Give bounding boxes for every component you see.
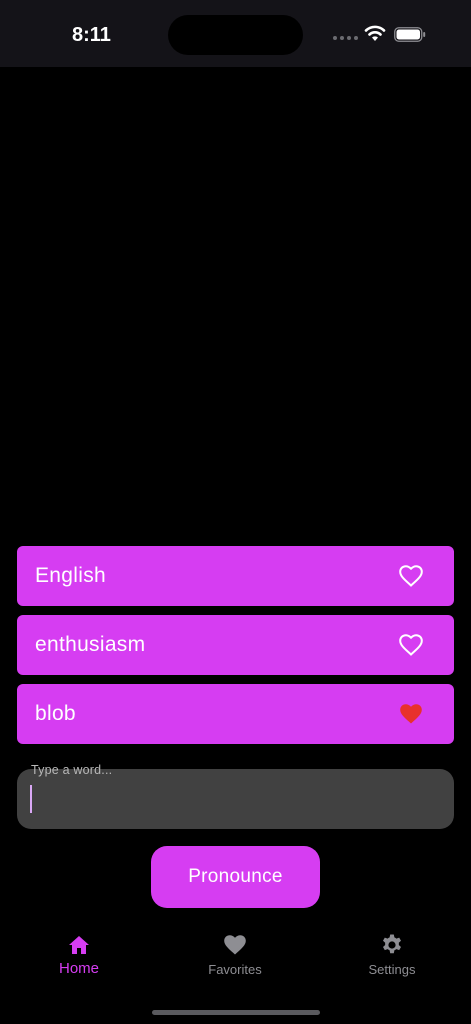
tab-label: Settings xyxy=(368,962,416,977)
dynamic-island xyxy=(168,15,303,55)
gear-icon xyxy=(383,934,401,954)
word-text: blob xyxy=(35,702,76,725)
wifi-icon xyxy=(364,25,386,41)
word-card-english[interactable]: English xyxy=(17,546,454,606)
word-list: English enthusiasm blob xyxy=(17,546,454,753)
tab-home[interactable]: Home xyxy=(19,933,139,977)
cellular-signal-icon xyxy=(333,36,358,40)
home-indicator xyxy=(152,1010,320,1015)
heart-outline-icon[interactable] xyxy=(399,634,423,656)
tab-settings[interactable]: Settings xyxy=(332,933,452,977)
word-input-container[interactable] xyxy=(17,769,454,829)
heart-filled-icon[interactable] xyxy=(399,703,423,725)
status-bar: 8:11 xyxy=(0,0,471,67)
word-card-enthusiasm[interactable]: enthusiasm xyxy=(17,615,454,675)
text-caret xyxy=(30,785,32,813)
heart-icon xyxy=(224,935,246,955)
tab-favorites[interactable]: Favorites xyxy=(175,933,295,977)
word-card-blob[interactable]: blob xyxy=(17,684,454,744)
bottom-tab-bar: Home Favorites Settings xyxy=(0,924,471,1024)
pronounce-button[interactable]: Pronounce xyxy=(151,846,320,908)
battery-icon xyxy=(394,27,426,42)
word-text: English xyxy=(35,564,106,587)
status-time: 8:11 xyxy=(72,24,111,46)
tab-label: Favorites xyxy=(208,962,262,977)
home-icon xyxy=(69,936,89,954)
word-input[interactable] xyxy=(37,769,437,829)
input-label: Type a word... xyxy=(31,763,113,777)
tab-label: Home xyxy=(58,960,99,977)
word-text: enthusiasm xyxy=(35,633,146,656)
heart-outline-icon[interactable] xyxy=(399,565,423,587)
